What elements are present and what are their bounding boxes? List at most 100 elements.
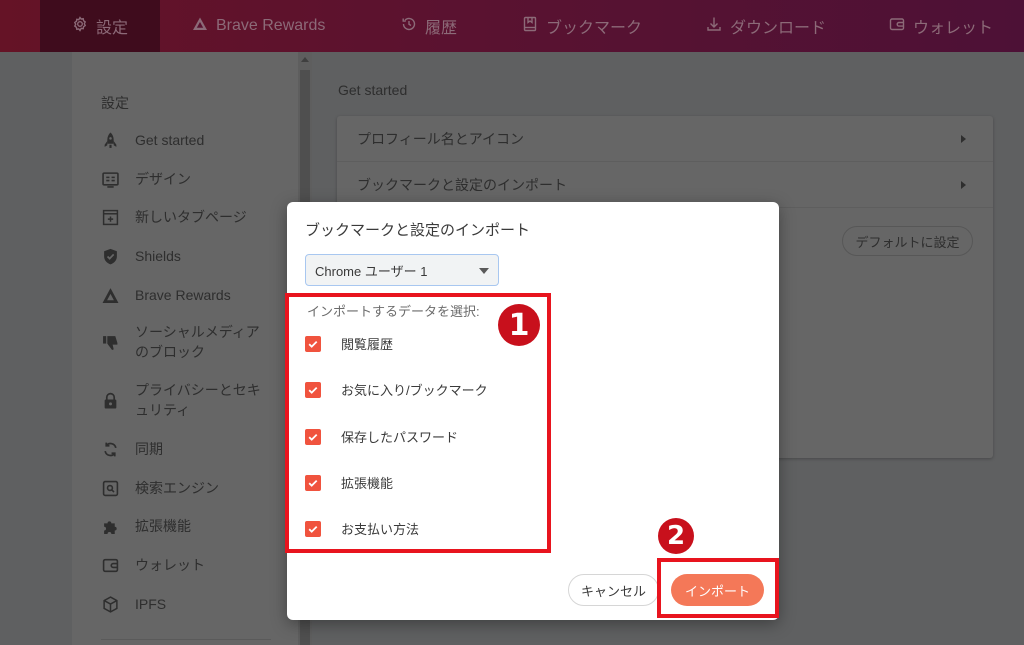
new-tab-icon <box>101 208 119 226</box>
sidebar-divider <box>101 639 271 640</box>
sidebar-item-shields[interactable]: Shields <box>101 246 181 266</box>
sidebar-item-ipfs[interactable]: IPFS <box>101 594 166 614</box>
sidebar-item-label: 拡張機能 <box>135 518 191 534</box>
tab-bookmarks[interactable]: ブックマーク <box>506 0 658 52</box>
import-dialog: ブックマークと設定のインポート Chrome ユーザー 1 インポートするデータ… <box>287 202 779 620</box>
wallet-icon <box>889 16 905 37</box>
option-label: お支払い方法 <box>341 522 420 537</box>
option-label: お気に入り/ブックマーク <box>341 383 488 398</box>
tab-downloads[interactable]: ダウンロード <box>690 0 842 52</box>
tab-label: ダウンロード <box>730 20 827 37</box>
checkmark-icon <box>308 386 318 394</box>
bookmark-book-icon <box>522 16 538 37</box>
sidebar-item-label: IPFS <box>135 596 167 612</box>
gear-icon <box>72 15 88 37</box>
sidebar-item-label: Brave Rewards <box>135 287 231 303</box>
sidebar-item-extensions[interactable]: 拡張機能 <box>101 516 191 536</box>
import-button[interactable]: インポート <box>671 574 764 606</box>
annotation-step-badge-2: 2 <box>658 518 694 554</box>
option-saved-passwords[interactable]: 保存したパスワード <box>305 427 458 446</box>
sidebar-item-label: 同期 <box>135 441 163 457</box>
sidebar-item-social-media-blocking[interactable]: ソーシャルメディア のブロック <box>101 322 260 362</box>
puzzle-icon <box>101 517 119 535</box>
tab-brave-rewards[interactable]: Brave Rewards <box>176 0 341 52</box>
shield-icon <box>101 247 119 265</box>
annotation-step-badge-1: 1 <box>498 304 540 346</box>
sidebar-item-label: デザイン <box>135 171 191 187</box>
sidebar-item-label: プライバシーとセキ ュリティ <box>135 380 261 420</box>
sidebar-item-label: 検索エンジン <box>135 480 219 496</box>
option-favorites-bookmarks[interactable]: お気に入り/ブックマーク <box>305 380 488 399</box>
download-icon <box>706 16 722 37</box>
sidebar-item-privacy-security[interactable]: プライバシーとセキ ュリティ <box>101 380 261 420</box>
chevron-right-icon <box>961 134 966 143</box>
sidebar-item-label: ソーシャルメディア のブロック <box>135 322 260 362</box>
checkmark-icon <box>308 525 318 533</box>
sidebar-item-get-started[interactable]: Get started <box>101 130 204 150</box>
sidebar-item-label: ウォレット <box>135 557 205 573</box>
option-label: 閲覧履歴 <box>341 337 394 352</box>
profile-select-value: Chrome ユーザー 1 <box>315 263 428 279</box>
tab-wallet[interactable]: ウォレット <box>873 0 1009 52</box>
sidebar-item-appearance[interactable]: デザイン <box>101 169 191 189</box>
label-line-2: ュリティ <box>135 402 191 418</box>
brave-rewards-triangle-icon <box>192 16 208 37</box>
option-browsing-history[interactable]: 閲覧履歴 <box>305 334 393 353</box>
checkmark-icon <box>308 479 318 487</box>
row-label: プロフィール名とアイコン <box>357 130 525 147</box>
sidebar-item-label: 新しいタブページ <box>135 209 247 225</box>
sidebar-item-wallet[interactable]: ウォレット <box>101 555 205 575</box>
section-title: Get started <box>338 82 408 98</box>
option-payment-methods[interactable]: お支払い方法 <box>305 519 419 538</box>
option-extensions[interactable]: 拡張機能 <box>305 473 393 492</box>
checkbox-checked[interactable] <box>305 520 321 537</box>
lock-icon <box>101 391 119 409</box>
wallet-icon <box>101 556 119 574</box>
label-line-1: プライバシーとセキ <box>135 382 261 398</box>
scroll-up-arrow-icon[interactable] <box>301 57 309 62</box>
history-clock-icon <box>401 16 417 37</box>
rocket-icon <box>101 131 119 149</box>
thumbs-down-icon <box>101 333 119 351</box>
tab-label: ウォレット <box>913 20 994 37</box>
sidebar-item-label: Shields <box>135 248 181 264</box>
cube-icon <box>101 595 119 613</box>
checkmark-icon <box>308 340 318 348</box>
row-label: ブックマークと設定のインポート <box>357 176 567 193</box>
dialog-title: ブックマークと設定のインポート <box>305 222 531 239</box>
chevron-right-icon <box>961 180 966 189</box>
profile-select[interactable]: Chrome ユーザー 1 <box>305 254 499 286</box>
dropdown-caret-icon <box>479 268 489 274</box>
top-navigation-bar: 設定 Brave Rewards 履歴 ブックマーク ダウンロード ウォレット <box>0 0 1024 52</box>
sync-icon <box>101 440 119 458</box>
tab-history[interactable]: 履歴 <box>385 0 473 52</box>
sidebar-item-sync[interactable]: 同期 <box>101 439 163 459</box>
label-line-2: のブロック <box>135 344 205 360</box>
label-line-1: ソーシャルメディア <box>135 324 260 340</box>
row-profile-name-icon[interactable]: プロフィール名とアイコン <box>337 116 993 162</box>
sidebar-title: 設定 <box>101 95 129 111</box>
settings-sidebar: 設定 Get started デザイン 新しいタブページ Shields Bra… <box>72 52 298 645</box>
sidebar-item-new-tab-page[interactable]: 新しいタブページ <box>101 207 247 227</box>
checkmark-icon <box>308 433 318 441</box>
brave-rewards-triangle-icon <box>101 286 119 304</box>
checkbox-checked[interactable] <box>305 381 321 398</box>
tab-label: Brave Rewards <box>216 17 326 34</box>
sidebar-item-label: Get started <box>135 132 205 148</box>
cancel-button[interactable]: キャンセル <box>568 574 659 606</box>
option-label: 拡張機能 <box>341 476 394 491</box>
search-engine-icon <box>101 479 119 497</box>
option-label: 保存したパスワード <box>341 430 459 445</box>
sidebar-item-search-engine[interactable]: 検索エンジン <box>101 478 219 498</box>
tab-label: 履歴 <box>425 20 458 37</box>
checkbox-checked[interactable] <box>305 428 321 445</box>
checkbox-checked[interactable] <box>305 474 321 491</box>
tab-settings[interactable]: 設定 <box>40 0 160 52</box>
tab-label: ブックマーク <box>546 20 643 37</box>
data-select-label: インポートするデータを選択: <box>307 304 480 319</box>
appearance-icon <box>101 170 119 188</box>
tab-label: 設定 <box>95 20 128 37</box>
sidebar-item-brave-rewards[interactable]: Brave Rewards <box>101 285 231 305</box>
checkbox-checked[interactable] <box>305 335 321 352</box>
set-default-button[interactable]: デフォルトに設定 <box>842 226 973 256</box>
